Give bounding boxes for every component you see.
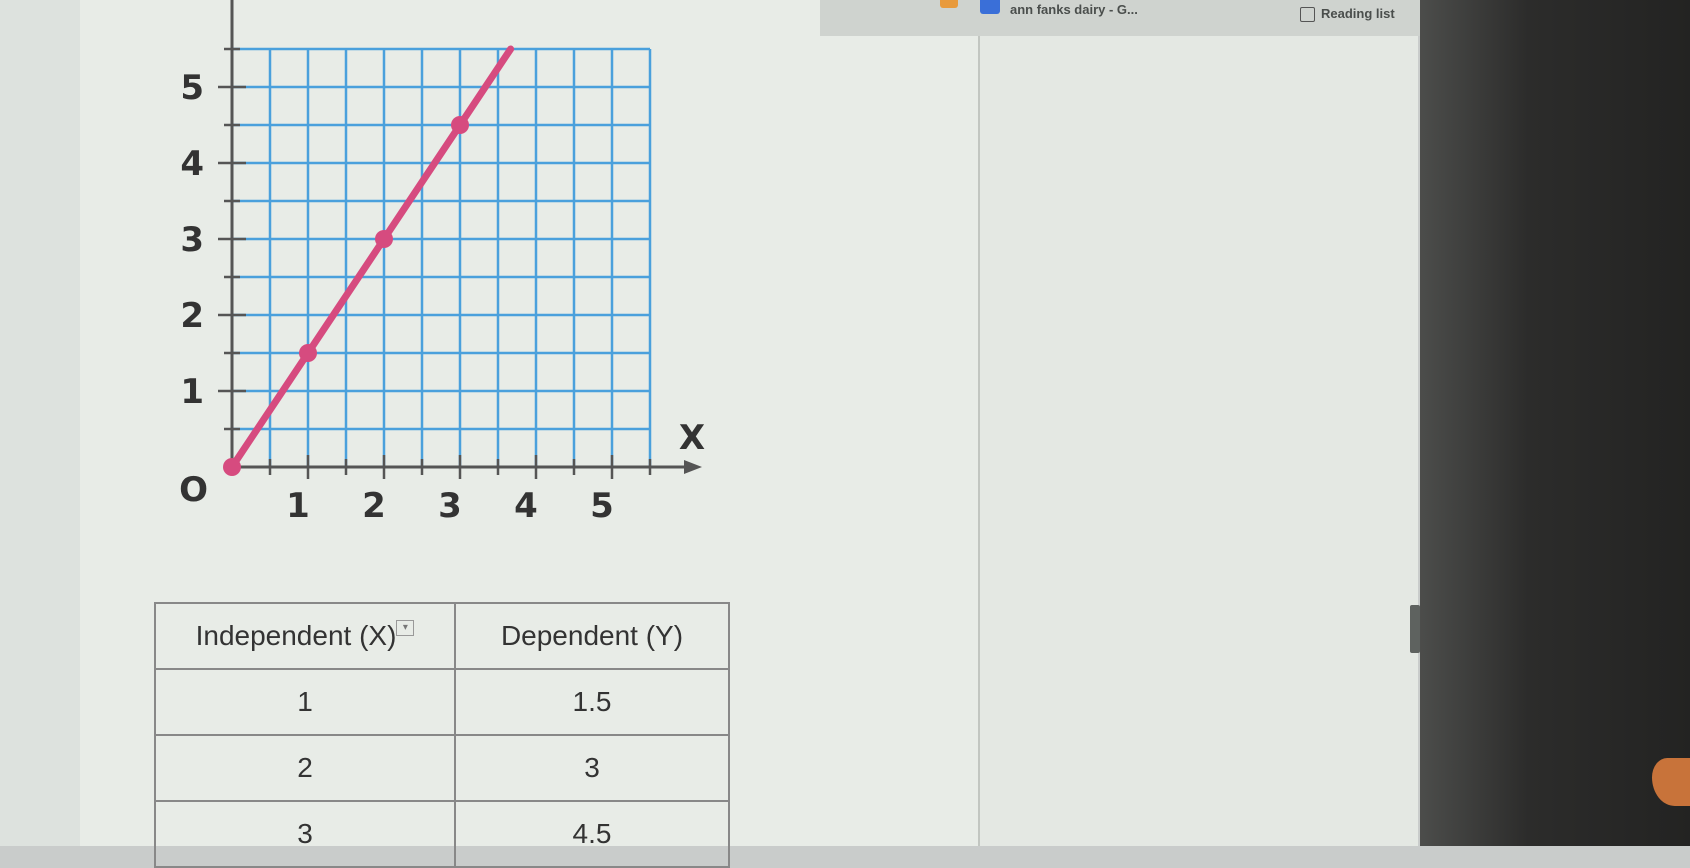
bookmark-folder-icon[interactable] <box>940 0 958 8</box>
line-graph: 1 2 3 4 5 1 2 3 4 5 O X <box>179 0 705 526</box>
bookmark-item[interactable]: ann fanks dairy - G... <box>1010 2 1138 17</box>
table-cell: 1.5 <box>454 668 730 736</box>
table-header-dependent: Dependent (Y) <box>454 602 730 670</box>
y-tick-label: 2 <box>180 296 204 336</box>
data-table: Independent (X) ▾ Dependent (Y) 1 1.5 2 3… <box>154 602 730 868</box>
table-cell: 4.5 <box>454 800 730 868</box>
bookmark-label: ann fanks dairy - G... <box>1010 2 1138 17</box>
x-tick-label: 1 <box>286 486 310 526</box>
table-header-row: Independent (X) ▾ Dependent (Y) <box>154 602 730 670</box>
data-point <box>223 458 241 476</box>
x-tick-label: 3 <box>438 486 462 526</box>
y-tick-label: 1 <box>180 372 204 412</box>
x-axis-arrow <box>684 460 702 474</box>
x-tick-label: 2 <box>362 486 386 526</box>
side-panel <box>978 36 1418 846</box>
docs-icon[interactable] <box>980 0 1000 14</box>
dropdown-icon[interactable]: ▾ <box>396 620 415 636</box>
reading-list-icon <box>1300 7 1315 23</box>
series-line <box>228 45 515 471</box>
table-cell: 1 <box>154 668 456 736</box>
graph-tick-labels: 1 2 3 4 5 1 2 3 4 5 O X <box>179 68 705 526</box>
table-cell: 2 <box>154 734 456 802</box>
data-point <box>375 230 393 248</box>
monitor-bezel <box>1420 0 1690 846</box>
table-row: 3 4.5 <box>154 800 730 868</box>
x-axis-label: X <box>679 418 705 458</box>
table-row: 1 1.5 <box>154 668 730 736</box>
table-cell: 3 <box>154 800 456 868</box>
reading-list-label: Reading list <box>1321 6 1395 21</box>
table-row: 2 3 <box>154 734 730 802</box>
scrollbar-handle[interactable] <box>1410 605 1420 653</box>
table-header-independent: Independent (X) ▾ <box>154 602 456 670</box>
data-point <box>451 116 469 134</box>
reading-list-button[interactable]: Reading list <box>1300 6 1395 23</box>
graph-grid <box>232 47 652 467</box>
y-tick-label: 4 <box>180 144 204 184</box>
table-cell: 3 <box>454 734 730 802</box>
x-tick-label: 4 <box>514 486 538 526</box>
data-point <box>299 344 317 362</box>
y-tick-label: 5 <box>180 68 204 108</box>
graph-series <box>223 45 515 476</box>
origin-label: O <box>179 470 208 510</box>
y-tick-label: 3 <box>180 220 204 260</box>
x-tick-label: 5 <box>590 486 614 526</box>
